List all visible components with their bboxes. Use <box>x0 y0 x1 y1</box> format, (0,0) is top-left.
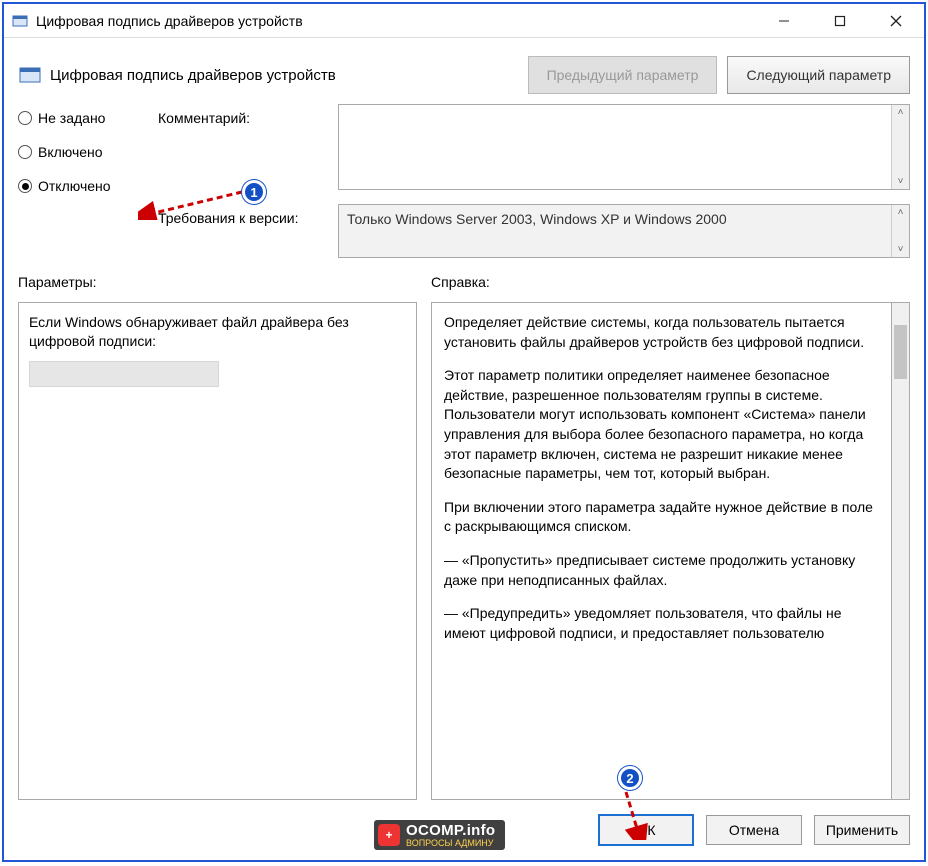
close-button[interactable] <box>868 4 924 37</box>
help-paragraph: Этот параметр политики определяет наимен… <box>444 366 879 484</box>
annotation-badge-2: 2 <box>618 766 642 790</box>
policy-icon <box>12 13 28 29</box>
annotation-badge-1: 1 <box>242 180 266 204</box>
close-icon <box>890 15 902 27</box>
radio-label: Отключено <box>38 178 111 194</box>
titlebar: Цифровая подпись драйверов устройств <box>4 4 924 38</box>
policy-icon-large <box>18 63 42 87</box>
config-area: Не задано Включено Отключено Комментарий… <box>4 104 924 270</box>
radio-label: Не задано <box>38 110 105 126</box>
window-title: Цифровая подпись драйверов устройств <box>36 13 756 29</box>
next-setting-button[interactable]: Следующий параметр <box>727 56 910 94</box>
prev-setting-button[interactable]: Предыдущий параметр <box>528 56 718 94</box>
radio-icon <box>18 145 32 159</box>
maximize-button[interactable] <box>812 4 868 37</box>
watermark-plus-icon: + <box>378 824 400 846</box>
radio-label: Включено <box>38 144 103 160</box>
watermark-main: OCOMP.info <box>406 822 495 839</box>
policy-title: Цифровая подпись драйверов устройств <box>50 67 518 84</box>
scroll-up-icon: ˄ <box>898 207 904 218</box>
fields-column: Комментарий: ˄ ˅ Требования к версии: То… <box>158 104 910 258</box>
radio-enabled[interactable]: Включено <box>18 144 158 160</box>
radio-icon <box>18 111 32 125</box>
help-paragraph: При включении этого параметра задайте ну… <box>444 498 879 537</box>
help-panel-wrap: Определяет действие системы, когда польз… <box>431 302 910 800</box>
state-radio-group: Не задано Включено Отключено <box>18 104 158 258</box>
watermark: + OCOMP.info ВОПРОСЫ АДМИНУ <box>374 820 505 850</box>
apply-button[interactable]: Применить <box>814 815 910 845</box>
minimize-button[interactable] <box>756 4 812 37</box>
window-controls <box>756 4 924 37</box>
scrollbar[interactable]: ˄ ˅ <box>891 205 909 257</box>
help-panel: Определяет действие системы, когда польз… <box>431 302 892 800</box>
scrollbar-thumb[interactable] <box>894 325 907 379</box>
cancel-button[interactable]: Отмена <box>706 815 802 845</box>
content-row: Если Windows обнаруживает файл драйвера … <box>4 296 924 800</box>
action-dropdown[interactable] <box>29 361 219 387</box>
ok-button[interactable]: ОК <box>598 814 694 846</box>
help-paragraph: — «Пропустить» предписывает системе прод… <box>444 551 879 590</box>
requirements-box: Только Windows Server 2003, Windows XP и… <box>338 204 910 258</box>
parameters-panel: Если Windows обнаруживает файл драйвера … <box>18 302 417 800</box>
help-paragraph: — «Предупредить» уведомляет пользователя… <box>444 604 879 643</box>
requirements-value: Только Windows Server 2003, Windows XP и… <box>347 211 727 227</box>
scrollbar[interactable]: ˄ ˅ <box>891 105 909 189</box>
maximize-icon <box>834 15 846 27</box>
help-paragraph: Определяет действие системы, когда польз… <box>444 313 879 352</box>
params-caption: Если Windows обнаруживает файл драйвера … <box>29 313 406 351</box>
comment-field-row: Комментарий: ˄ ˅ <box>158 104 910 190</box>
comment-label: Комментарий: <box>158 104 328 190</box>
params-section-label: Параметры: <box>18 274 431 290</box>
radio-icon <box>18 179 32 193</box>
scroll-up-icon: ˄ <box>898 107 904 118</box>
radio-disabled[interactable]: Отключено <box>18 178 158 194</box>
policy-editor-window: Цифровая подпись драйверов устройств Циф… <box>2 2 926 862</box>
help-scrollbar[interactable] <box>892 302 910 800</box>
watermark-sub: ВОПРОСЫ АДМИНУ <box>406 838 495 848</box>
radio-not-configured[interactable]: Не задано <box>18 110 158 126</box>
section-labels-row: Параметры: Справка: <box>4 270 924 296</box>
comment-textarea[interactable]: ˄ ˅ <box>338 104 910 190</box>
requirements-label: Требования к версии: <box>158 204 328 258</box>
requirements-field-row: Требования к версии: Только Windows Serv… <box>158 204 910 258</box>
header-row: Цифровая подпись драйверов устройств Пре… <box>4 38 924 104</box>
scroll-down-icon: ˅ <box>898 244 904 255</box>
scroll-down-icon: ˅ <box>898 176 904 187</box>
help-section-label: Справка: <box>431 274 910 290</box>
minimize-icon <box>778 15 790 27</box>
